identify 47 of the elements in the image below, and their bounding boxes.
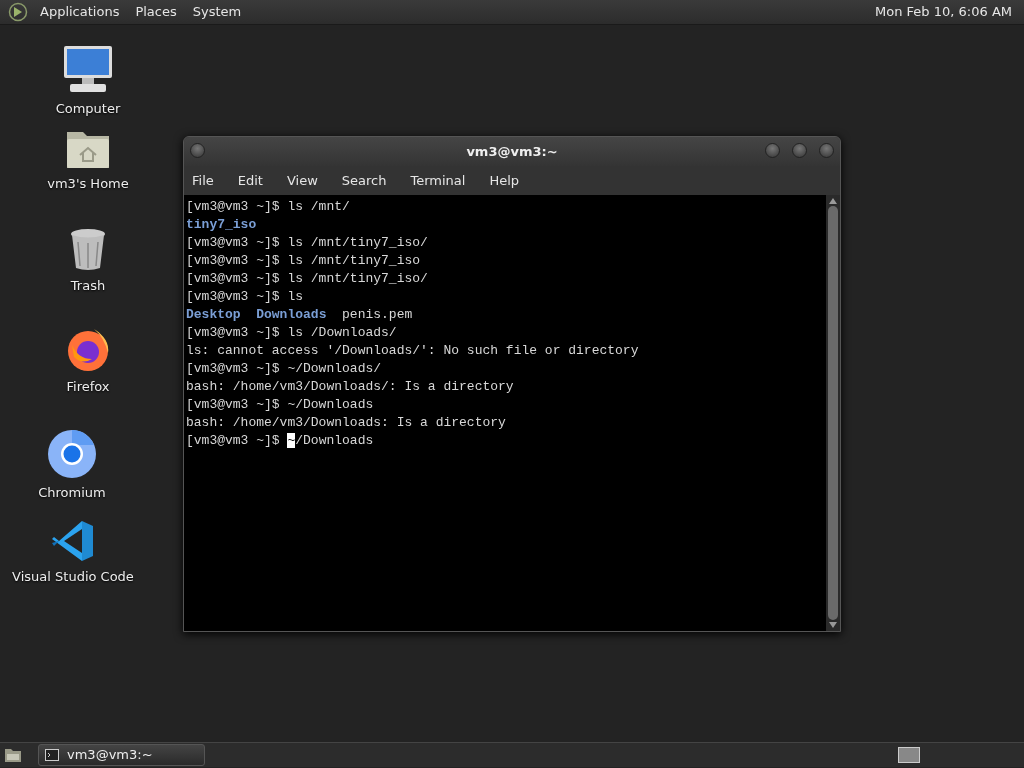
- close-button[interactable]: [819, 143, 834, 158]
- clock[interactable]: Mon Feb 10, 6:06 AM: [871, 2, 1016, 22]
- desktop-icon-label[interactable]: Firefox: [66, 377, 110, 397]
- terminal-line: Desktop Downloads penis.pem: [186, 306, 414, 324]
- terminal-line: tiny7_iso: [186, 216, 258, 234]
- terminal-line: [vm3@vm3 ~]$ ls /Downloads/: [186, 324, 398, 342]
- window-menu-button[interactable]: [190, 143, 205, 158]
- workspace-switcher[interactable]: [898, 747, 920, 763]
- taskbar-button[interactable]: vm3@vm3:~: [38, 744, 205, 766]
- scroll-up-icon[interactable]: [829, 198, 837, 204]
- terminal-line: bash: /home/vm3/Downloads/: Is a directory: [186, 378, 515, 396]
- scroll-down-icon[interactable]: [829, 622, 837, 628]
- menu-item[interactable]: Terminal: [410, 168, 466, 193]
- window-title: vm3@vm3:~: [466, 142, 558, 161]
- terminal-line: [vm3@vm3 ~]$ ~/Downloads/: [186, 360, 383, 378]
- menu-item[interactable]: Search: [341, 168, 387, 193]
- menu-item[interactable]: Help: [489, 168, 520, 193]
- terminal-line: ls: cannot access '/Downloads/': No such file or directory: [186, 342, 640, 360]
- terminal-line: [vm3@vm3 ~]$ ~/Downloads: [186, 432, 375, 450]
- terminal-line: bash: /home/vm3/Downloads: Is a directory: [186, 414, 507, 432]
- code-icon[interactable]: [51, 519, 95, 563]
- panel-menu[interactable]: System: [188, 2, 246, 22]
- show-desktop-icon[interactable]: [4, 747, 22, 763]
- menu-item[interactable]: File: [192, 168, 214, 193]
- trash-icon[interactable]: [69, 228, 107, 272]
- panel-menu[interactable]: Places: [131, 2, 181, 22]
- desktop-icon-label[interactable]: Chromium: [38, 483, 106, 503]
- computer-icon[interactable]: [62, 45, 114, 95]
- minimize-button[interactable]: [765, 143, 780, 158]
- logo-icon[interactable]: [8, 2, 28, 22]
- menu-item[interactable]: Edit: [237, 168, 263, 193]
- desktop-icon-label[interactable]: Trash: [70, 276, 106, 296]
- terminal-line: [vm3@vm3 ~]$ ls: [186, 288, 305, 306]
- terminal-icon: [45, 749, 59, 761]
- terminal-line: [vm3@vm3 ~]$ ~/Downloads: [186, 396, 375, 414]
- terminal-line: [vm3@vm3 ~]$ ls /mnt/: [186, 198, 351, 216]
- desktop-icon-label[interactable]: Computer: [55, 99, 121, 119]
- desktop-icon-label[interactable]: vm3's Home: [47, 174, 129, 194]
- terminal-line: [vm3@vm3 ~]$ ls /mnt/tiny7_iso: [186, 252, 422, 270]
- chromium-icon[interactable]: [47, 429, 97, 479]
- panel-menu[interactable]: Applications: [36, 2, 124, 22]
- scrollbar[interactable]: [826, 195, 840, 631]
- maximize-button[interactable]: [792, 143, 807, 158]
- terminal-line: [vm3@vm3 ~]$ ls /mnt/tiny7_iso/: [186, 270, 429, 288]
- desktop-icon-label[interactable]: Visual Studio Code: [12, 567, 134, 587]
- terminal-line: [vm3@vm3 ~]$ ls /mnt/tiny7_iso/: [186, 234, 429, 252]
- menu-item[interactable]: View: [286, 168, 318, 193]
